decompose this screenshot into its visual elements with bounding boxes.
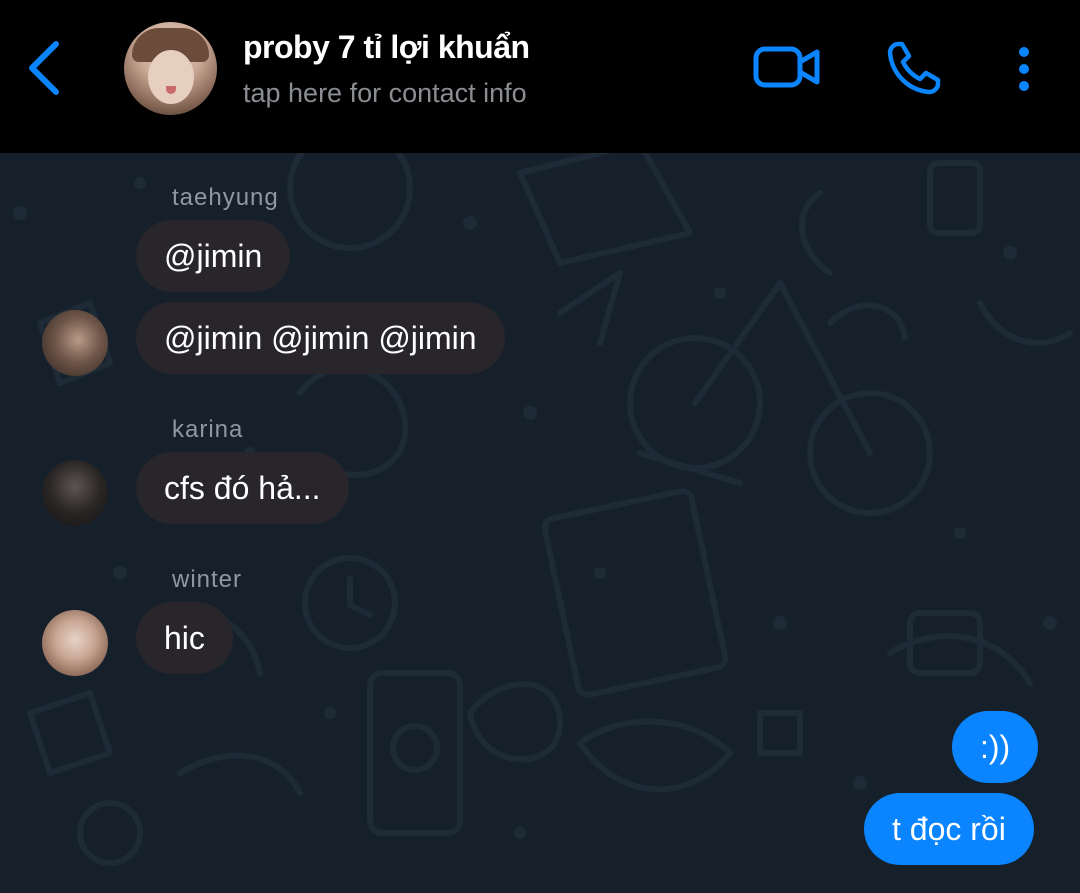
contact-avatar[interactable] <box>124 22 217 115</box>
sender-name: taehyung <box>172 184 279 211</box>
back-chevron-icon <box>29 41 59 95</box>
sender-name: karina <box>172 416 244 443</box>
video-call-icon <box>753 46 820 88</box>
back-button[interactable] <box>20 36 70 100</box>
message-bubble-outgoing[interactable]: :)) <box>952 711 1039 783</box>
sender-avatar[interactable] <box>42 460 108 526</box>
message-bubble[interactable]: hic <box>136 602 233 674</box>
message-bubble[interactable]: cfs đó hả... <box>136 452 349 524</box>
sender-name: winter <box>172 566 243 593</box>
voice-call-button[interactable] <box>884 38 944 103</box>
message-bubble[interactable]: @jimin @jimin @jimin <box>136 302 505 374</box>
message-bubble-outgoing[interactable]: t đọc rồi <box>864 793 1034 865</box>
sender-avatar[interactable] <box>42 610 108 676</box>
video-call-button[interactable] <box>752 44 822 95</box>
contact-info-link[interactable]: tap here for contact info <box>243 78 527 109</box>
more-vertical-icon <box>1019 47 1029 91</box>
more-options-button[interactable] <box>1012 44 1036 99</box>
chat-title[interactable]: proby 7 tỉ lợi khuẩn <box>243 29 530 66</box>
message-bubble[interactable]: @jimin <box>136 220 291 292</box>
sender-avatar[interactable] <box>42 310 108 376</box>
chat-header: proby 7 tỉ lợi khuẩn tap here for contac… <box>0 0 1080 153</box>
phone-icon <box>887 41 941 95</box>
